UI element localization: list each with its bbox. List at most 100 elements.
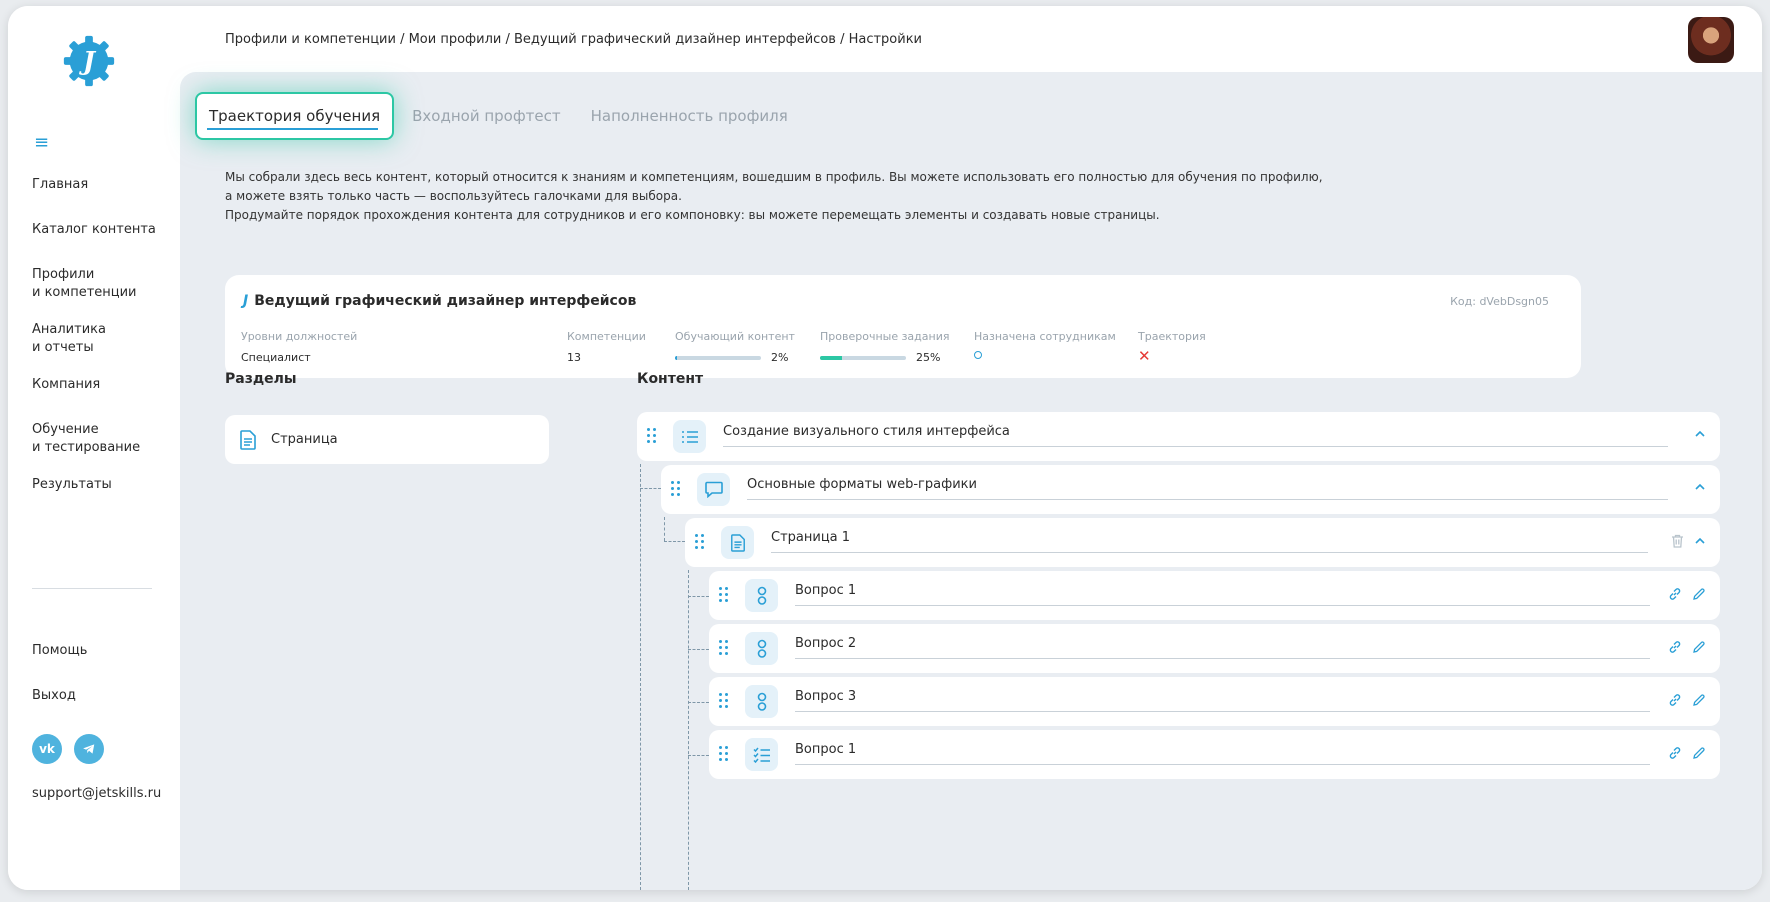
- tasks-progress-fill: [820, 355, 842, 360]
- row-actions: [1668, 693, 1706, 707]
- sidebar-item-results[interactable]: Результаты: [32, 476, 172, 494]
- tab-profile-fullness[interactable]: Наполненность профиля: [579, 94, 800, 138]
- chevron-up-icon[interactable]: [1694, 481, 1706, 493]
- chevron-up-icon[interactable]: [1694, 535, 1706, 547]
- drag-handle-icon[interactable]: [719, 693, 729, 709]
- support-email[interactable]: support@jetskills.ru: [32, 786, 161, 801]
- pencil-icon[interactable]: [1692, 587, 1706, 601]
- tree-row-module[interactable]: Создание визуального стиля интерфейса: [637, 412, 1720, 461]
- question-icon: [745, 632, 778, 665]
- sidebar-item-company[interactable]: Компания: [32, 376, 172, 394]
- active-tab-underline: [207, 128, 379, 130]
- tab-learning-trajectory[interactable]: Траектория обучения: [195, 92, 395, 140]
- list-icon: [673, 420, 706, 453]
- main-content: Траектория обучения Входной профтест Нап…: [180, 72, 1762, 890]
- tree-row-question[interactable]: Вопрос 1: [709, 571, 1720, 620]
- tree-row-title[interactable]: Вопрос 1: [795, 742, 1650, 765]
- app-logo[interactable]: J: [60, 32, 118, 90]
- app-window: J ≡ Главная Каталог контента Профили и к…: [8, 6, 1762, 890]
- tasks-value: 25%: [820, 351, 949, 364]
- training-label: Обучающий контент: [675, 330, 795, 343]
- training-progress-bar: [675, 355, 761, 360]
- levels-label: Уровни должностей: [241, 330, 358, 343]
- row-actions: [1668, 587, 1706, 601]
- tree-row-question[interactable]: Вопрос 3: [709, 677, 1720, 726]
- sidebar-item-profiles[interactable]: Профили и компетенции: [32, 266, 172, 302]
- competencies-label: Компетенции: [567, 330, 646, 343]
- link-icon[interactable]: [1668, 640, 1682, 654]
- help-link[interactable]: Помощь: [32, 643, 87, 658]
- breadcrumb[interactable]: Профили и компетенции / Мои профили / Ве…: [225, 32, 922, 47]
- assigned-empty-icon: [974, 351, 982, 359]
- tree-row-title[interactable]: Основные форматы web-графики: [747, 477, 1668, 500]
- link-icon[interactable]: [1668, 746, 1682, 760]
- pencil-icon[interactable]: [1692, 746, 1706, 760]
- tree-row-topic[interactable]: Основные форматы web-графики: [661, 465, 1720, 514]
- avatar[interactable]: [1688, 17, 1734, 63]
- tasks-progress-bar: [820, 355, 906, 360]
- trash-icon[interactable]: [1671, 534, 1684, 548]
- top-bar: Профили и компетенции / Мои профили / Ве…: [180, 6, 1762, 72]
- description-line: а можете взять только часть — воспользуй…: [225, 189, 682, 203]
- sidebar-item-learning[interactable]: Обучение и тестирование: [32, 421, 172, 457]
- social-links: vk: [32, 734, 104, 764]
- trajectory-value: ✕: [1138, 347, 1206, 365]
- tree-row-title[interactable]: Страница 1: [771, 530, 1648, 553]
- telegram-icon[interactable]: [74, 734, 104, 764]
- tree-row-title[interactable]: Вопрос 3: [795, 689, 1650, 712]
- chat-icon: [697, 473, 730, 506]
- assigned-column: Назначена сотрудникам: [974, 330, 1116, 359]
- sidebar-item-catalog[interactable]: Каталог контента: [32, 221, 172, 239]
- question-icon: [745, 579, 778, 612]
- pencil-icon[interactable]: [1692, 640, 1706, 654]
- sections-title: Разделы: [225, 371, 297, 387]
- sidebar-item-analytics[interactable]: Аналитика и отчеты: [32, 321, 172, 357]
- document-icon: [240, 429, 256, 450]
- drag-handle-icon[interactable]: [719, 640, 729, 656]
- link-icon[interactable]: [1668, 587, 1682, 601]
- training-value: 2%: [675, 351, 795, 364]
- tab-entry-test[interactable]: Входной профтест: [400, 94, 573, 138]
- row-actions: [1668, 640, 1706, 654]
- drag-handle-icon[interactable]: [671, 481, 681, 497]
- tasks-label: Проверочные задания: [820, 330, 950, 343]
- chevron-up-icon[interactable]: [1694, 428, 1706, 440]
- profile-code: Код: dVebDsgn05: [1450, 295, 1549, 308]
- tree-row-page[interactable]: Страница 1: [685, 518, 1720, 567]
- trajectory-label: Траектория: [1138, 330, 1206, 343]
- tree-connector: [640, 488, 661, 489]
- tree-row-title[interactable]: Создание визуального стиля интерфейса: [723, 424, 1668, 447]
- profile-card: J Ведущий графический дизайнер интерфейсо…: [225, 275, 1581, 378]
- vk-icon[interactable]: vk: [32, 734, 62, 764]
- description-line: Продумайте порядок прохождения контента …: [225, 208, 1160, 222]
- tree-connector: [688, 570, 689, 890]
- profile-title-text: Ведущий графический дизайнер интерфейсов: [254, 293, 637, 309]
- tree-row-title[interactable]: Вопрос 1: [795, 583, 1650, 606]
- cross-icon: ✕: [1138, 347, 1151, 365]
- pencil-icon[interactable]: [1692, 693, 1706, 707]
- tree-connector: [688, 702, 709, 703]
- content-title: Контент: [637, 371, 704, 387]
- tabs: Траектория обучения Входной профтест Нап…: [195, 92, 806, 140]
- profile-title: J Ведущий графический дизайнер интерфейсо…: [243, 293, 636, 309]
- row-actions: [1694, 481, 1706, 493]
- tree-row-question[interactable]: Вопрос 2: [709, 624, 1720, 673]
- tree-row-title[interactable]: Вопрос 2: [795, 636, 1650, 659]
- drag-handle-icon[interactable]: [695, 534, 705, 550]
- tab-label: Траектория обучения: [209, 107, 381, 125]
- tree-row-question[interactable]: Вопрос 1: [709, 730, 1720, 779]
- drag-handle-icon[interactable]: [719, 587, 729, 603]
- levels-value: Специалист: [241, 351, 311, 364]
- section-item-page[interactable]: Страница: [225, 415, 549, 464]
- training-percent: 2%: [771, 351, 789, 364]
- menu-icon[interactable]: ≡: [34, 134, 49, 152]
- tree-connector: [688, 596, 709, 597]
- competencies-value: 13: [567, 351, 581, 364]
- drag-handle-icon[interactable]: [719, 746, 729, 762]
- drag-handle-icon[interactable]: [647, 428, 657, 444]
- row-actions: [1671, 534, 1706, 548]
- sidebar-item-home[interactable]: Главная: [32, 176, 172, 194]
- logout-link[interactable]: Выход: [32, 688, 76, 703]
- link-icon[interactable]: [1668, 693, 1682, 707]
- row-actions: [1694, 428, 1706, 440]
